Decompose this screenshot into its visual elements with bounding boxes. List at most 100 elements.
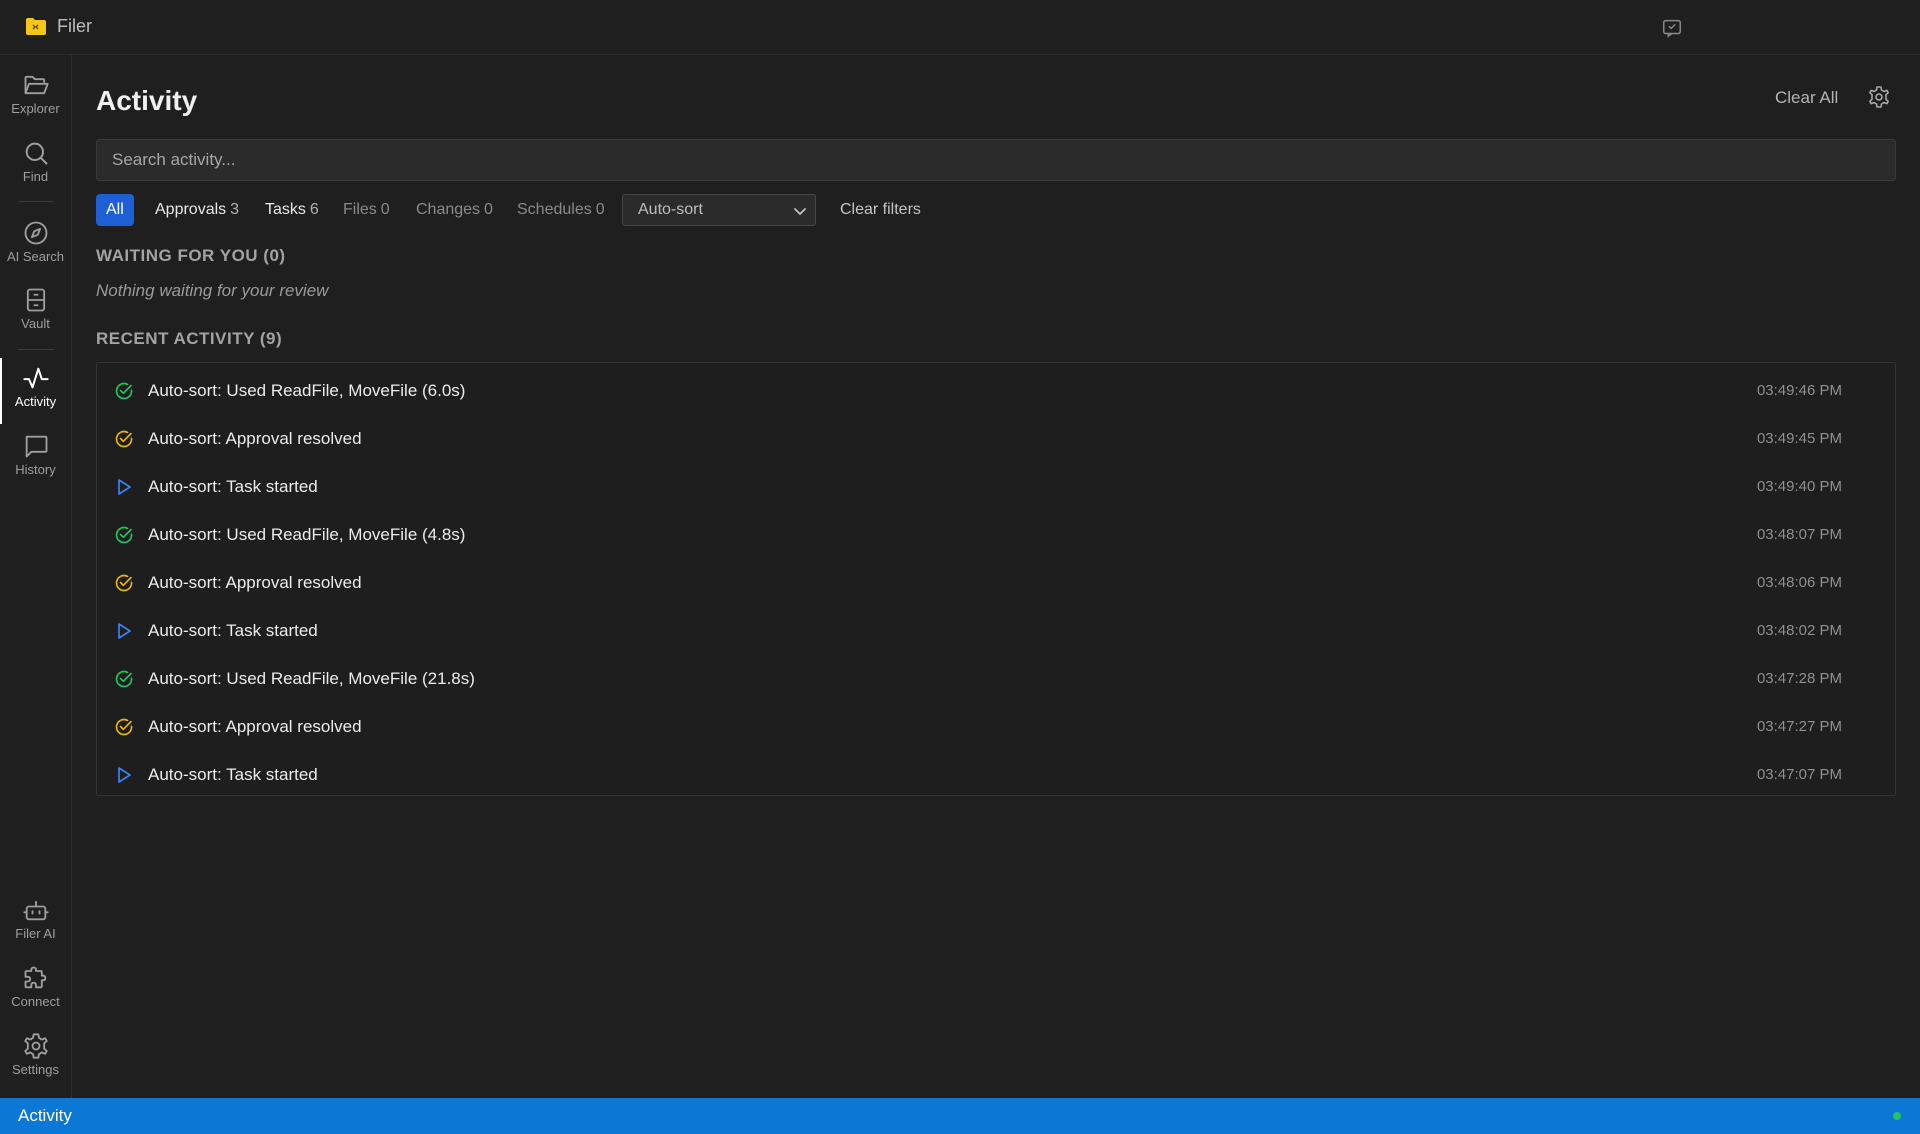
sidebar-item-label: AI Search bbox=[6, 249, 65, 264]
play-icon bbox=[118, 767, 131, 783]
activity-timestamp: 03:47:28 PM bbox=[1756, 670, 1842, 687]
sidebar-item-label: History bbox=[15, 462, 56, 477]
app-title: Filer bbox=[57, 16, 92, 36]
clear-all-button[interactable]: Clear All bbox=[1775, 88, 1838, 108]
feedback-icon[interactable] bbox=[1661, 17, 1683, 39]
filter-tab-count: 3 bbox=[230, 201, 240, 218]
play-icon bbox=[118, 479, 131, 495]
sidebar-item-label: Vault bbox=[21, 316, 50, 331]
compass-icon bbox=[24, 221, 47, 245]
sidebar-item-activity[interactable]: Activity bbox=[0, 358, 71, 424]
robot-icon bbox=[22, 900, 49, 921]
recent-activity-list: Auto-sort: Used ReadFile, MoveFile (6.0s… bbox=[96, 362, 1896, 796]
activity-sidebar: Explorer Find AI Search Vault Activity H… bbox=[0, 55, 72, 1098]
search-icon bbox=[25, 142, 47, 165]
source-select[interactable]: Auto-sort bbox=[622, 194, 816, 226]
filter-tab-count: 0 bbox=[595, 201, 605, 218]
sidebar-item-vault[interactable]: Vault bbox=[0, 280, 71, 346]
filter-tab-count: 0 bbox=[484, 201, 493, 218]
activity-row[interactable]: Auto-sort: Task started 03:48:02 PM bbox=[97, 607, 1895, 655]
sidebar-item-label: Settings bbox=[12, 1062, 59, 1077]
filter-tab-label: Approvals bbox=[155, 201, 227, 218]
sidebar-item-history[interactable]: History bbox=[0, 426, 71, 492]
activity-timestamp: 03:48:07 PM bbox=[1756, 526, 1842, 543]
sidebar-item-label: Activity bbox=[14, 394, 57, 409]
filter-tab-changes[interactable]: Changes 0 bbox=[416, 194, 493, 226]
folder-open-icon bbox=[24, 75, 49, 95]
activity-row[interactable]: Auto-sort: Used ReadFile, MoveFile (4.8s… bbox=[97, 511, 1895, 559]
activity-row[interactable]: Auto-sort: Used ReadFile, MoveFile (6.0s… bbox=[97, 367, 1895, 415]
check-circle-icon bbox=[115, 718, 133, 736]
filter-tab-label: All bbox=[106, 201, 124, 218]
check-circle-icon bbox=[115, 670, 133, 688]
sidebar-item-find[interactable]: Find bbox=[0, 133, 71, 199]
check-circle-icon bbox=[115, 382, 133, 400]
filter-tab-all[interactable]: All bbox=[96, 194, 134, 226]
status-bar-text: Activity bbox=[18, 1106, 72, 1125]
filter-tab-tasks[interactable]: Tasks 6 bbox=[265, 194, 319, 226]
activity-timestamp: 03:49:40 PM bbox=[1756, 478, 1842, 495]
activity-pulse-icon bbox=[22, 367, 49, 389]
connection-status-dot bbox=[1893, 1112, 1901, 1120]
sidebar-item-label: Connect bbox=[11, 994, 60, 1009]
play-icon bbox=[118, 623, 131, 639]
filter-tab-files[interactable]: Files 0 bbox=[343, 194, 390, 226]
archive-icon bbox=[26, 288, 45, 312]
activity-timestamp: 03:47:07 PM bbox=[1756, 766, 1842, 783]
filter-tab-count: 0 bbox=[380, 201, 390, 218]
puzzle-icon bbox=[24, 966, 46, 989]
waiting-section-heading: WAITING FOR YOU (0) bbox=[96, 246, 286, 265]
filter-tab-label: Files bbox=[343, 201, 377, 218]
activity-message: Auto-sort: Task started bbox=[148, 765, 318, 784]
folder-logo-icon bbox=[26, 18, 46, 35]
activity-message: Auto-sort: Approval resolved bbox=[148, 429, 362, 448]
activity-message: Auto-sort: Approval resolved bbox=[148, 717, 362, 736]
activity-timestamp: 03:47:27 PM bbox=[1756, 718, 1842, 735]
activity-row[interactable]: Auto-sort: Task started 03:47:07 PM bbox=[97, 751, 1895, 799]
activity-row[interactable]: Auto-sort: Approval resolved 03:49:45 PM bbox=[97, 415, 1895, 463]
activity-message: Auto-sort: Used ReadFile, MoveFile (21.8… bbox=[148, 669, 475, 688]
page-title: Activity bbox=[96, 85, 198, 116]
activity-row[interactable]: Auto-sort: Approval resolved 03:47:27 PM bbox=[97, 703, 1895, 751]
clear-filters-button[interactable]: Clear filters bbox=[840, 194, 921, 226]
message-square-icon bbox=[25, 435, 47, 458]
activity-timestamp: 03:48:02 PM bbox=[1756, 622, 1842, 639]
waiting-empty-message: Nothing waiting for your review bbox=[96, 281, 329, 300]
activity-message: Auto-sort: Task started bbox=[148, 621, 318, 640]
sidebar-item-connect[interactable]: Connect bbox=[0, 958, 71, 1024]
gear-icon[interactable] bbox=[1867, 85, 1891, 109]
filter-tab-schedules[interactable]: Schedules 0 bbox=[517, 194, 605, 226]
activity-message: Auto-sort: Used ReadFile, MoveFile (4.8s… bbox=[148, 525, 466, 544]
chevron-down-icon bbox=[794, 208, 806, 215]
filter-tab-approvals[interactable]: Approvals 3 bbox=[155, 194, 239, 226]
filter-tab-label: Tasks bbox=[265, 201, 306, 218]
gear-icon bbox=[23, 1033, 48, 1059]
check-circle-icon bbox=[115, 526, 133, 544]
sidebar-divider bbox=[18, 201, 54, 202]
activity-row[interactable]: Auto-sort: Approval resolved 03:48:06 PM bbox=[97, 559, 1895, 607]
sidebar-item-explorer[interactable]: Explorer bbox=[0, 65, 71, 131]
sidebar-divider bbox=[18, 349, 54, 350]
sidebar-item-label: Filer AI bbox=[15, 926, 56, 941]
check-circle-icon bbox=[115, 574, 133, 592]
sidebar-item-label: Explorer bbox=[11, 101, 60, 116]
source-select-value: Auto-sort bbox=[638, 201, 703, 218]
activity-timestamp: 03:49:45 PM bbox=[1756, 430, 1842, 447]
sidebar-item-ai-search[interactable]: AI Search bbox=[0, 213, 71, 279]
check-circle-icon bbox=[115, 430, 133, 448]
activity-row[interactable]: Auto-sort: Used ReadFile, MoveFile (21.8… bbox=[97, 655, 1895, 703]
activity-message: Auto-sort: Approval resolved bbox=[148, 573, 362, 592]
sidebar-item-label: Find bbox=[22, 169, 49, 184]
search-input[interactable] bbox=[96, 139, 1896, 181]
filter-tab-label: Changes bbox=[416, 201, 481, 218]
title-bar: Filer bbox=[0, 0, 1920, 55]
filter-tab-count: 6 bbox=[309, 201, 319, 218]
activity-message: Auto-sort: Used ReadFile, MoveFile (6.0s… bbox=[148, 381, 466, 400]
sidebar-item-settings[interactable]: Settings bbox=[0, 1026, 71, 1092]
sidebar-item-filer-ai[interactable]: Filer AI bbox=[0, 890, 71, 956]
filter-tab-label: Schedules bbox=[517, 201, 592, 218]
recent-section-heading: RECENT ACTIVITY (9) bbox=[96, 329, 283, 348]
activity-row[interactable]: Auto-sort: Task started 03:49:40 PM bbox=[97, 463, 1895, 511]
activity-timestamp: 03:48:06 PM bbox=[1756, 574, 1842, 591]
status-bar: Activity bbox=[0, 1098, 1920, 1134]
